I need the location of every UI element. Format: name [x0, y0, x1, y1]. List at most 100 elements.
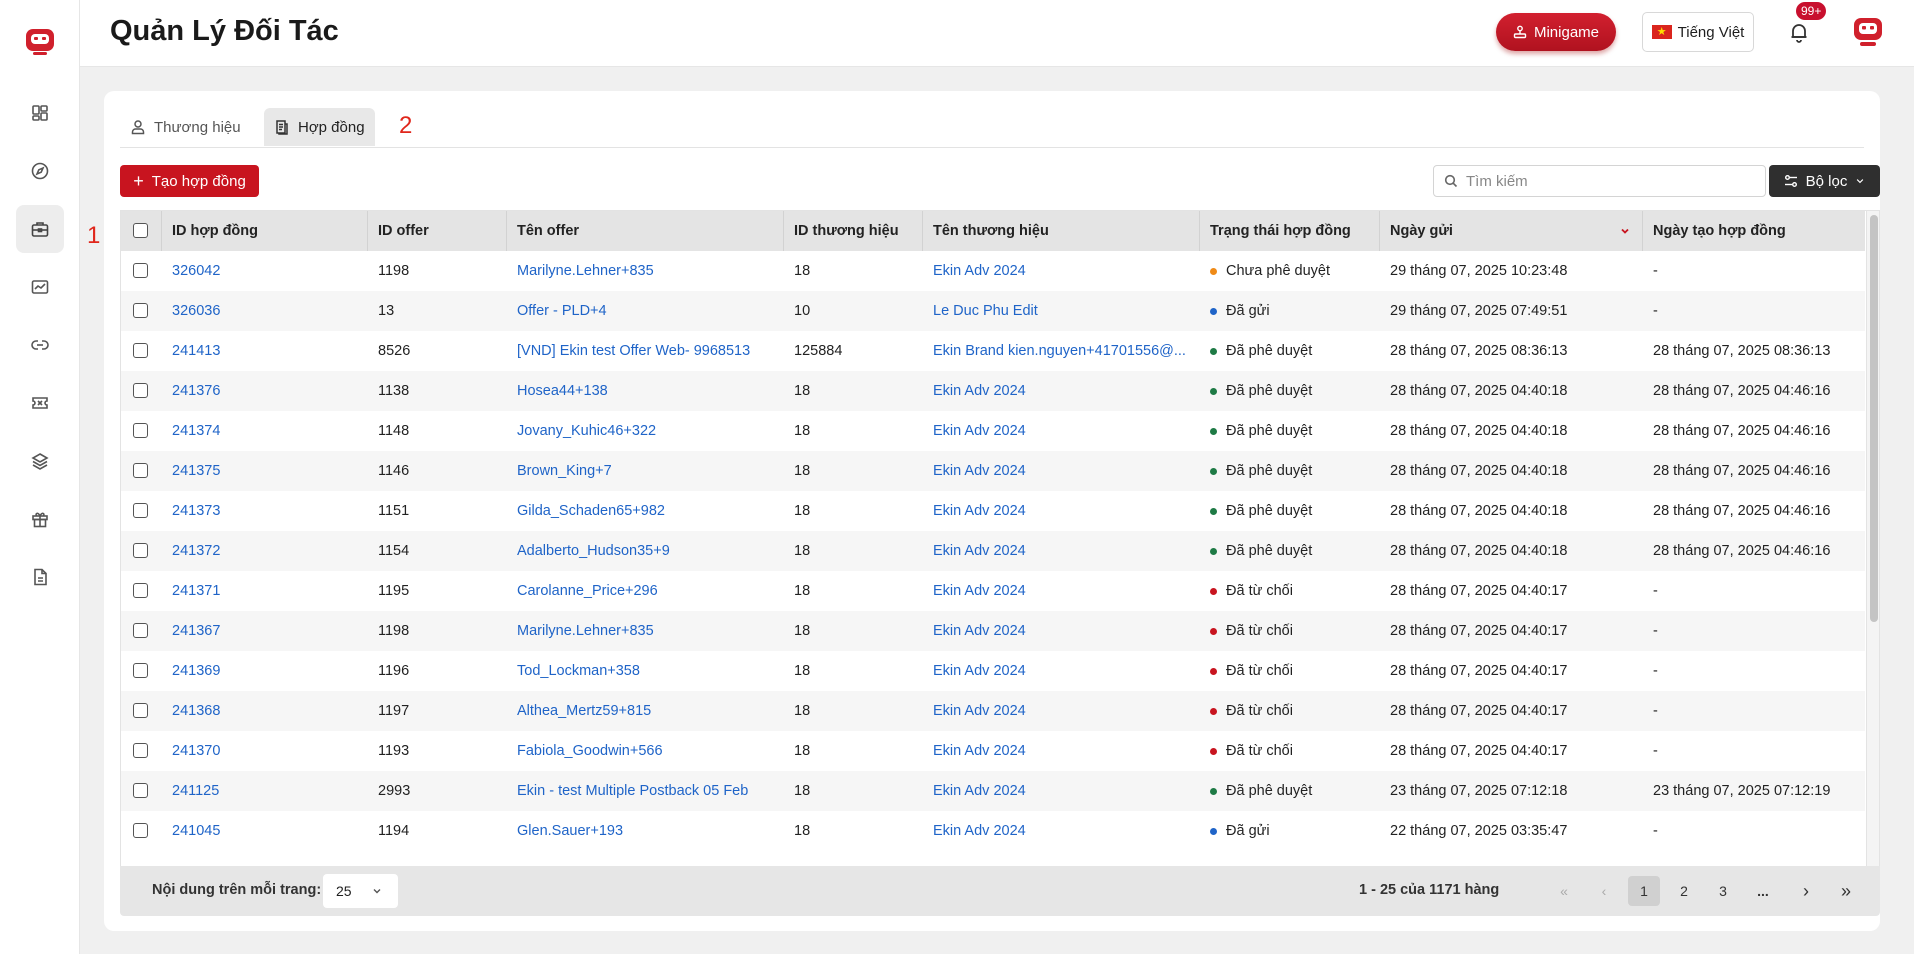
- row-checkbox[interactable]: [133, 783, 148, 798]
- cell-text[interactable]: Althea_Mertz59+815: [517, 691, 651, 731]
- sidebar-item-dashboard[interactable]: [16, 89, 64, 137]
- bell-icon[interactable]: [1787, 20, 1811, 44]
- language-selector[interactable]: ★ Tiếng Việt: [1642, 12, 1754, 52]
- cell-text[interactable]: Ekin - test Multiple Postback 05 Feb: [517, 771, 748, 811]
- cell-text[interactable]: Ekin Adv 2024: [933, 451, 1026, 491]
- column-header-created-date[interactable]: Ngày tạo hợp đồng: [1643, 211, 1865, 251]
- cell-text[interactable]: Marilyne.Lehner+835: [517, 611, 654, 651]
- cell-text[interactable]: Hosea44+138: [517, 371, 608, 411]
- cell-text[interactable]: 326042: [172, 251, 220, 291]
- sidebar-item-partners[interactable]: [16, 205, 64, 253]
- cell-text[interactable]: 241374: [172, 411, 220, 451]
- cell-brand-name[interactable]: Ekin Adv 2024: [923, 571, 1200, 611]
- row-checkbox[interactable]: [133, 383, 148, 398]
- cell-brand-name[interactable]: Ekin Adv 2024: [923, 771, 1200, 811]
- cell-offer-name[interactable]: Jovany_Kuhic46+322: [507, 411, 784, 451]
- cell-offer-name[interactable]: Althea_Mertz59+815: [507, 691, 784, 731]
- cell-brand-name[interactable]: Ekin Adv 2024: [923, 531, 1200, 571]
- sidebar-item-links[interactable]: [16, 321, 64, 369]
- cell-offer-name[interactable]: [VND] Ekin test Offer Web- 9968513: [507, 331, 784, 371]
- page-button-2[interactable]: 2: [1668, 876, 1700, 906]
- row-checkbox[interactable]: [133, 423, 148, 438]
- row-checkbox[interactable]: [133, 343, 148, 358]
- column-header-offer-name[interactable]: Tên offer: [507, 211, 784, 251]
- row-checkbox[interactable]: [133, 623, 148, 638]
- cell-offer-name[interactable]: Adalberto_Hudson35+9: [507, 531, 784, 571]
- cell-contract-id[interactable]: 241375: [162, 451, 368, 491]
- prev-page-button[interactable]: ‹: [1588, 876, 1620, 906]
- search-input[interactable]: [1466, 172, 1746, 190]
- row-checkbox[interactable]: [133, 543, 148, 558]
- cell-brand-name[interactable]: Ekin Adv 2024: [923, 371, 1200, 411]
- cell-text[interactable]: Glen.Sauer+193: [517, 811, 623, 851]
- sidebar-item-vouchers[interactable]: [16, 379, 64, 427]
- cell-text[interactable]: Marilyne.Lehner+835: [517, 251, 654, 291]
- column-header-brand-name[interactable]: Tên thương hiệu: [923, 211, 1200, 251]
- sidebar-item-rewards[interactable]: [16, 495, 64, 543]
- cell-contract-id[interactable]: 241376: [162, 371, 368, 411]
- cell-brand-name[interactable]: Le Duc Phu Edit: [923, 291, 1200, 331]
- cell-offer-name[interactable]: Brown_King+7: [507, 451, 784, 491]
- table-row[interactable]: 241368 1197 Althea_Mertz59+815 18 Ekin Adv 2…: [121, 691, 1865, 731]
- create-contract-button[interactable]: + Tạo hợp đồng: [120, 165, 259, 197]
- cell-text[interactable]: Offer - PLD+4: [517, 291, 607, 331]
- avatar[interactable]: [1850, 14, 1886, 50]
- cell-text[interactable]: [VND] Ekin test Offer Web- 9968513: [517, 331, 750, 371]
- cell-contract-id[interactable]: 326036: [162, 291, 368, 331]
- table-row[interactable]: 241369 1196 Tod_Lockman+358 18 Ekin Adv 2024…: [121, 651, 1865, 691]
- cell-contract-id[interactable]: 241372: [162, 531, 368, 571]
- cell-contract-id[interactable]: 241370: [162, 731, 368, 771]
- cell-text[interactable]: 241125: [172, 771, 219, 811]
- table-scrollbar[interactable]: [1866, 211, 1879, 866]
- cell-offer-name[interactable]: Hosea44+138: [507, 371, 784, 411]
- cell-text[interactable]: Jovany_Kuhic46+322: [517, 411, 656, 451]
- search-box[interactable]: [1433, 165, 1766, 197]
- minigame-button[interactable]: Minigame: [1496, 13, 1616, 51]
- sidebar-item-layers[interactable]: [16, 437, 64, 485]
- table-row[interactable]: 241373 1151 Gilda_Schaden65+982 18 Ekin Adv …: [121, 491, 1865, 531]
- cell-offer-name[interactable]: Carolanne_Price+296: [507, 571, 784, 611]
- scrollbar-thumb[interactable]: [1870, 215, 1878, 622]
- cell-text[interactable]: Carolanne_Price+296: [517, 571, 658, 611]
- cell-offer-name[interactable]: Offer - PLD+4: [507, 291, 784, 331]
- page-ellipsis[interactable]: ...: [1747, 876, 1779, 906]
- cell-contract-id[interactable]: 241369: [162, 651, 368, 691]
- table-row[interactable]: 241370 1193 Fabiola_Goodwin+566 18 Ekin Adv …: [121, 731, 1865, 771]
- table-row[interactable]: 241372 1154 Adalberto_Hudson35+9 18 Ekin Adv…: [121, 531, 1865, 571]
- cell-text[interactable]: Ekin Adv 2024: [933, 771, 1026, 811]
- cell-offer-name[interactable]: Tod_Lockman+358: [507, 651, 784, 691]
- cell-contract-id[interactable]: 241125: [162, 771, 368, 811]
- cell-contract-id[interactable]: 241368: [162, 691, 368, 731]
- cell-brand-name[interactable]: Ekin Adv 2024: [923, 731, 1200, 771]
- cell-brand-name[interactable]: Ekin Adv 2024: [923, 811, 1200, 851]
- sidebar-item-explore[interactable]: [16, 147, 64, 195]
- cell-brand-name[interactable]: Ekin Adv 2024: [923, 691, 1200, 731]
- cell-text[interactable]: Gilda_Schaden65+982: [517, 491, 665, 531]
- cell-contract-id[interactable]: 241413: [162, 331, 368, 371]
- cell-brand-name[interactable]: Ekin Adv 2024: [923, 251, 1200, 291]
- row-checkbox[interactable]: [133, 703, 148, 718]
- cell-text[interactable]: 241376: [172, 371, 220, 411]
- tab-contracts[interactable]: Hợp đồng: [264, 108, 375, 146]
- table-row[interactable]: 241125 2993 Ekin - test Multiple Postback …: [121, 771, 1865, 811]
- row-checkbox[interactable]: [133, 583, 148, 598]
- cell-text[interactable]: Ekin Adv 2024: [933, 571, 1026, 611]
- cell-text[interactable]: Ekin Adv 2024: [933, 531, 1026, 571]
- last-page-button[interactable]: »: [1830, 876, 1862, 906]
- cell-text[interactable]: 326036: [172, 291, 220, 331]
- page-button-3[interactable]: 3: [1707, 876, 1739, 906]
- column-header-status[interactable]: Trạng thái hợp đồng: [1200, 211, 1380, 251]
- cell-brand-name[interactable]: Ekin Adv 2024: [923, 451, 1200, 491]
- page-button-1[interactable]: 1: [1628, 876, 1660, 906]
- filter-button[interactable]: Bộ lọc: [1769, 165, 1880, 197]
- table-row[interactable]: 326042 1198 Marilyne.Lehner+835 18 Ekin Adv …: [121, 251, 1865, 291]
- cell-offer-name[interactable]: Marilyne.Lehner+835: [507, 611, 784, 651]
- table-row[interactable]: 241375 1146 Brown_King+7 18 Ekin Adv 2024 Đã …: [121, 451, 1865, 491]
- row-checkbox[interactable]: [133, 663, 148, 678]
- cell-text[interactable]: 241372: [172, 531, 220, 571]
- row-checkbox[interactable]: [133, 503, 148, 518]
- row-checkbox[interactable]: [133, 263, 148, 278]
- first-page-button[interactable]: «: [1548, 876, 1580, 906]
- rows-per-page-select[interactable]: 25: [323, 874, 398, 908]
- cell-text[interactable]: 241368: [172, 691, 220, 731]
